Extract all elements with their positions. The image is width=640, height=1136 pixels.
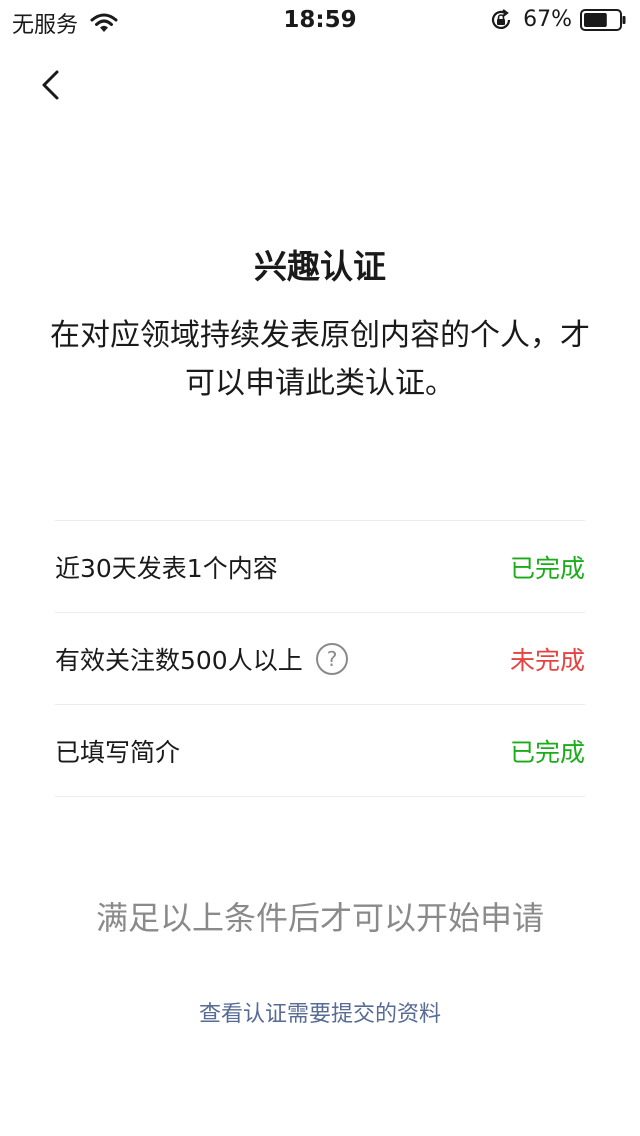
- requirement-label: 已填写简介: [55, 737, 181, 767]
- requirement-list: 近30天发表1个内容 已完成 有效关注数500人以上 ? 未完成 已填写简介 已…: [55, 520, 585, 797]
- battery-percent: 67%: [523, 7, 572, 32]
- requirement-label-wrap: 近30天发表1个内容: [55, 549, 278, 585]
- requirement-status: 未完成: [509, 645, 585, 675]
- apply-hint: 满足以上条件后才可以开始申请: [95, 899, 544, 937]
- svg-text:?: ?: [326, 647, 337, 671]
- back-button[interactable]: [30, 60, 76, 110]
- requirement-label-wrap: 已填写简介: [55, 733, 180, 769]
- requirement-status: 已完成: [509, 553, 585, 583]
- page-description: 在对应领域持续发表原创内容的个人，才可以申请此类认证。: [50, 318, 590, 401]
- requirement-row: 已填写简介 已完成: [55, 705, 585, 797]
- requirement-row: 有效关注数500人以上 ? 未完成: [55, 613, 585, 705]
- page-title: 兴趣认证: [254, 247, 386, 286]
- requirement-label: 近30天发表1个内容: [55, 553, 278, 583]
- requirement-row: 近30天发表1个内容 已完成: [55, 521, 585, 613]
- chevron-left-icon: [42, 70, 59, 100]
- status-bar: 无服务 18:59 67%: [0, 0, 640, 40]
- status-right: 67%: [489, 7, 626, 32]
- requirement-status: 已完成: [509, 737, 585, 767]
- rotation-lock-icon: [492, 8, 511, 29]
- question-circle-icon[interactable]: ?: [315, 642, 349, 676]
- view-required-documents-link[interactable]: 查看认证需要提交的资料: [0, 996, 640, 1028]
- requirement-label: 有效关注数500人以上: [55, 645, 303, 675]
- requirement-label-wrap: 有效关注数500人以上 ?: [55, 641, 349, 677]
- battery-icon: [580, 8, 626, 31]
